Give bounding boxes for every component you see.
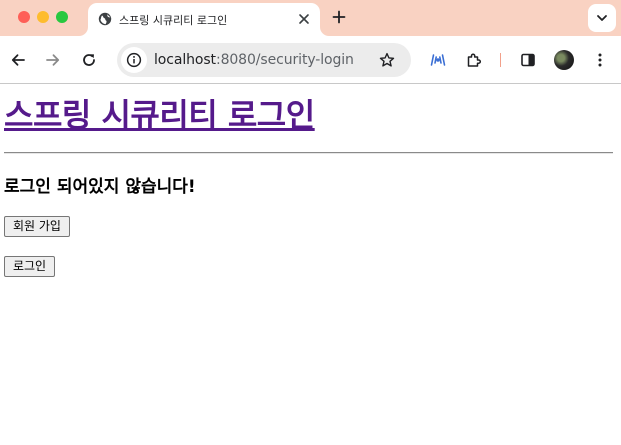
window-minimize-button[interactable] (37, 11, 49, 23)
login-button[interactable]: 로그인 (4, 256, 55, 277)
url-host: localhost (154, 52, 216, 68)
window-close-button[interactable] (18, 11, 30, 23)
tab-title: 스프링 시큐리티 로그인 (119, 14, 228, 27)
plus-icon[interactable] (332, 10, 346, 24)
address-bar[interactable]: localhost:8080/security-login (117, 43, 411, 77)
window-maximize-button[interactable] (56, 11, 68, 23)
arrow-left-icon[interactable] (10, 52, 26, 68)
star-icon[interactable] (379, 52, 395, 68)
broadcast-icon[interactable] (430, 52, 446, 68)
kebab-menu-icon[interactable] (592, 52, 608, 68)
arrow-right-icon[interactable] (45, 52, 61, 68)
horizontal-rule (4, 152, 613, 154)
url-path: :8080/security-login (215, 52, 354, 68)
tab-search-button[interactable] (588, 4, 616, 32)
globe-icon (98, 12, 112, 26)
close-icon[interactable] (298, 13, 310, 25)
reload-icon[interactable] (81, 52, 97, 68)
toolbar-divider (500, 53, 501, 67)
side-panel-icon[interactable] (520, 52, 536, 68)
puzzle-icon[interactable] (466, 52, 482, 68)
page-title-link[interactable]: 스프링 시큐리티 로그인 (4, 90, 315, 136)
signup-button[interactable]: 회원 가입 (4, 216, 70, 237)
avatar[interactable] (554, 50, 574, 70)
browser-toolbar: localhost:8080/security-login (0, 36, 621, 84)
page-content: 스프링 시큐리티 로그인 로그인 되어있지 않습니다! 회원 가입 로그인 (0, 84, 621, 445)
info-icon (126, 52, 142, 68)
login-status-message: 로그인 되어있지 않습니다! (4, 177, 196, 197)
chevron-down-icon (597, 15, 607, 21)
active-tab[interactable]: 스프링 시큐리티 로그인 (88, 3, 320, 36)
url-text: localhost:8080/security-login (154, 52, 354, 68)
tab-strip: 스프링 시큐리티 로그인 (0, 0, 621, 36)
site-info-button[interactable] (121, 47, 147, 73)
